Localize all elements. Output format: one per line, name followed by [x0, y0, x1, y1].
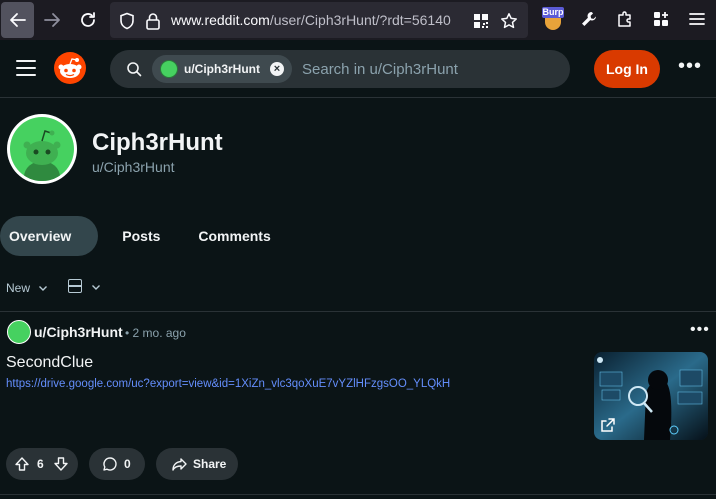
bookmark-star-icon[interactable] — [500, 12, 518, 30]
vote-count: 6 — [37, 457, 44, 471]
snoo-icon — [58, 58, 82, 78]
post-title[interactable]: SecondClue — [6, 354, 93, 372]
more-options-icon[interactable]: ••• — [678, 56, 702, 76]
profile-tabs: Overview Posts Comments — [0, 216, 271, 256]
view-layout-icon[interactable] — [68, 279, 82, 293]
upvote-icon[interactable] — [14, 456, 30, 472]
url-bar[interactable]: www.reddit.com/user/Ciph3rHunt/?rdt=5614… — [110, 2, 528, 38]
forward-button[interactable] — [34, 2, 70, 38]
tab-overview[interactable]: Overview — [0, 216, 99, 256]
reddit-logo-icon[interactable] — [54, 52, 86, 84]
share-label: Share — [193, 457, 227, 471]
extension-grid-icon[interactable] — [652, 10, 670, 28]
post-link[interactable]: https://drive.google.com/uc?export=view&… — [6, 378, 450, 390]
reload-icon — [81, 12, 95, 27]
site-header: u/Ciph3rHunt × Search in u/Ciph3rHunt Lo… — [0, 40, 716, 98]
post-author[interactable]: u/Ciph3rHunt — [34, 324, 123, 340]
url-text: www.reddit.com/user/Ciph3rHunt/?rdt=5614… — [171, 12, 451, 28]
browser-toolbar: www.reddit.com/user/Ciph3rHunt/?rdt=5614… — [0, 0, 716, 40]
search-scope-label: u/Ciph3rHunt — [184, 62, 260, 76]
qr-code-icon[interactable] — [472, 12, 490, 30]
burp-extension-icon[interactable]: Burp — [542, 7, 564, 31]
avatar[interactable] — [7, 320, 31, 344]
search-bar[interactable]: u/Ciph3rHunt × Search in u/Ciph3rHunt — [110, 50, 570, 88]
snoo-avatar-icon — [23, 130, 61, 181]
comments-button[interactable] — [89, 448, 145, 480]
login-button[interactable]: Log In — [594, 50, 660, 88]
downvote-icon[interactable] — [53, 456, 69, 472]
profile-avatar — [7, 114, 77, 184]
shield-icon[interactable] — [118, 12, 136, 30]
external-link-icon[interactable] — [600, 417, 616, 433]
tab-posts[interactable]: Posts — [98, 216, 160, 256]
post-more-icon[interactable]: ••• — [690, 322, 710, 338]
post-timestamp: • 2 mo. ago — [125, 326, 186, 340]
url-domain: www.reddit.com — [171, 12, 270, 28]
comment-bubble-icon — [103, 457, 117, 471]
url-path: /user/Ciph3rHunt/?rdt=56140 — [269, 12, 451, 28]
sort-dropdown[interactable]: New — [6, 278, 48, 298]
lock-icon[interactable] — [144, 12, 162, 30]
profile-username: u/Ciph3rHunt — [92, 159, 175, 175]
app-menu-icon[interactable] — [688, 10, 706, 28]
avatar — [160, 60, 178, 78]
search-scope-chip[interactable]: u/Ciph3rHunt × — [152, 55, 292, 83]
back-button[interactable] — [1, 2, 34, 38]
chevron-down-icon[interactable] — [91, 282, 101, 292]
burp-extension-badge: Burp — [542, 7, 564, 18]
back-arrow-icon — [9, 13, 26, 27]
menu-icon[interactable] — [16, 60, 36, 76]
close-icon[interactable]: × — [270, 62, 284, 76]
chevron-down-icon — [39, 286, 48, 291]
reload-button[interactable] — [70, 2, 106, 38]
forward-arrow-icon — [44, 13, 60, 27]
divider — [0, 494, 716, 495]
wrench-icon[interactable] — [580, 10, 598, 28]
search-input[interactable]: Search in u/Ciph3rHunt — [302, 61, 458, 78]
divider — [0, 311, 716, 312]
comment-count: 0 — [124, 457, 131, 471]
share-icon — [172, 458, 187, 471]
profile-display-name: Ciph3rHunt — [92, 129, 223, 156]
sort-label: New — [6, 281, 31, 295]
search-icon — [127, 62, 142, 77]
tab-comments[interactable]: Comments — [160, 216, 270, 256]
extensions-puzzle-icon[interactable] — [616, 10, 634, 28]
